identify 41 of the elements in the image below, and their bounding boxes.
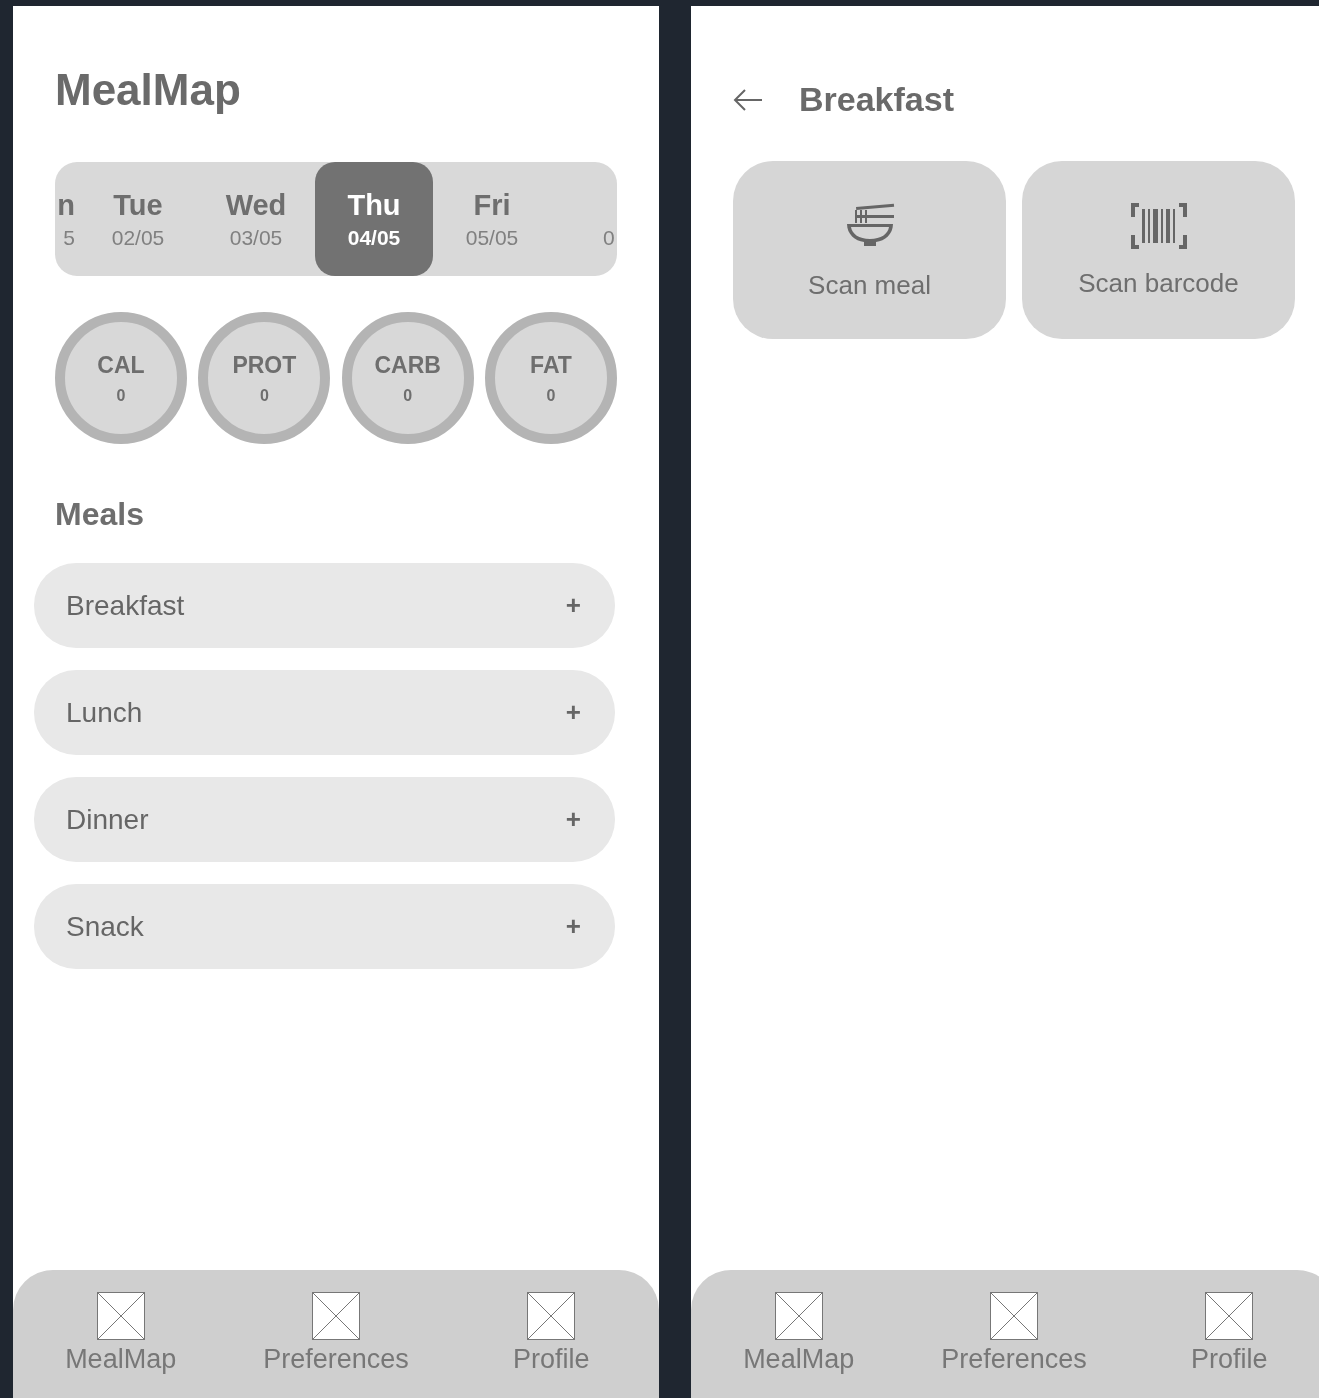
image-placeholder-icon (990, 1292, 1038, 1340)
meal-name: Dinner (66, 803, 149, 836)
nav-item[interactable]: Preferences (914, 1292, 1114, 1375)
day-tab[interactable]: n 5 (55, 162, 79, 276)
nav-item[interactable]: MealMap (698, 1292, 899, 1375)
nav-item[interactable]: Profile (451, 1292, 652, 1375)
macro-ring: PROT 0 (198, 312, 331, 444)
add-button[interactable]: + (565, 590, 581, 621)
section-heading: Meals (55, 496, 145, 533)
image-placeholder-icon (774, 1292, 823, 1340)
day-tab[interactable]: 0 (603, 162, 617, 276)
image-placeholder-icon (1205, 1292, 1254, 1340)
day-tab[interactable]: Thu 04/05 (315, 162, 433, 276)
add-button[interactable]: + (565, 911, 581, 942)
image-placeholder-icon (312, 1292, 360, 1340)
app-title: MealMap (55, 66, 242, 114)
macro-ring: CARB 0 (341, 312, 474, 444)
meal-row[interactable]: Dinner + (34, 777, 615, 862)
image-placeholder-icon (96, 1292, 145, 1340)
day-tab[interactable]: Fri 05/05 (433, 162, 551, 276)
day-tab[interactable]: Tue 02/05 (79, 162, 197, 276)
nav-item[interactable]: Profile (1129, 1292, 1319, 1375)
screen-title: Breakfast (799, 80, 954, 119)
barcode-icon (1129, 201, 1188, 250)
scan-button[interactable]: Scan barcode (1022, 161, 1295, 339)
day-tab[interactable]: Wed 03/05 (197, 162, 315, 276)
meal-row[interactable]: Breakfast + (34, 563, 615, 648)
meal-row[interactable]: Snack + (34, 884, 615, 969)
macro-ring: CAL 0 (55, 312, 187, 444)
add-button[interactable]: + (565, 697, 581, 728)
add-button[interactable]: + (565, 804, 581, 835)
meal-name: Breakfast (66, 589, 185, 622)
macro-ring: FAT 0 (485, 312, 617, 444)
image-placeholder-icon (527, 1292, 576, 1340)
meal-name: Snack (66, 910, 144, 943)
nav-item[interactable]: Preferences (236, 1292, 436, 1375)
back-arrow-icon[interactable] (733, 87, 763, 112)
meal-row[interactable]: Lunch + (34, 670, 615, 755)
nav-item[interactable]: MealMap (20, 1292, 221, 1375)
meal-name: Lunch (66, 696, 143, 729)
scan-button[interactable]: Scan meal (733, 161, 1006, 339)
